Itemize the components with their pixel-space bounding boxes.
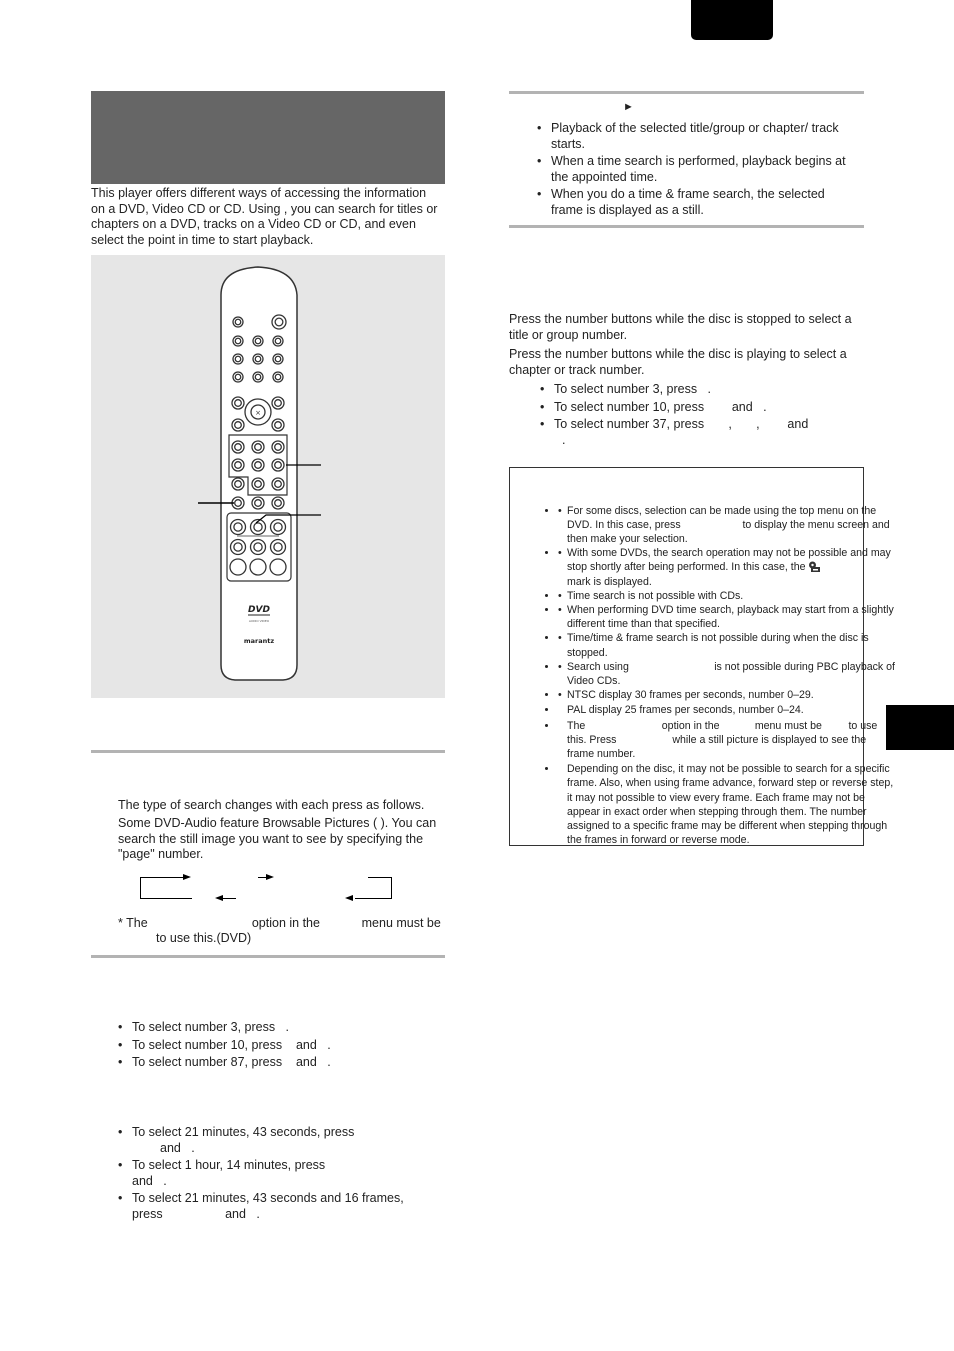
section-title-block [91,91,445,184]
transport-button-ring [233,522,243,532]
svg-text:AUDIO VIDEO: AUDIO VIDEO [249,619,270,623]
number-button-ring [274,499,282,507]
number-button-ring [254,480,262,488]
dvd-logo: DVD [248,605,270,615]
play-results-list: Playback of the selected title/group or … [537,121,859,220]
list-item: When a time search is performed, playbac… [537,154,859,185]
remote-button-ring [254,355,262,363]
transport-button[interactable] [269,558,287,576]
transport-button-ring [273,542,283,552]
note-item: Depending on the disc, it may not be pos… [558,762,896,847]
transport-button-ring [273,522,283,532]
list-item: To select number 37, press , , and. [540,417,860,448]
remote-button-ring [234,399,242,407]
note-item: When performing DVD time search, playbac… [558,603,896,631]
note-item: The option in the menu must be to use th… [558,719,896,762]
brand-logo: marantz [244,637,274,645]
section-tab-marker [886,705,954,750]
number-button-ring [234,443,242,451]
number-button-ring [274,443,282,451]
number-button-ring [234,499,242,507]
svg-text:×: × [255,409,261,417]
section-divider [91,750,445,753]
note-item: Search using is not possible during PBC … [558,660,896,688]
number-button-ring [274,461,282,469]
list-item: When you do a time & frame search, the s… [537,187,859,218]
note-item: For some discs, selection can be made us… [558,504,896,547]
search-type-text: The type of search changes with each pre… [118,798,425,812]
note-item: Time/time & frame search is not possible… [558,631,896,659]
remote-button-ring [234,318,242,326]
browsable-text: Some DVD-Audio feature Browsable Picture… [118,816,437,861]
page-tab-marker [691,0,773,40]
footnote-line-1: * The option in the menu must be [118,916,441,930]
time-examples-list: • To select 21 minutes, 43 seconds, pres… [118,1125,438,1222]
list-item: • To select 1 hour, 14 minutes, press an… [118,1158,326,1188]
notes-list: For some discs, selection can be made us… [518,504,896,848]
list-item: Playback of the selected title/group or … [537,121,859,152]
note-item: Time search is not possible with CDs. [558,589,896,603]
transport-button-ring [253,542,263,552]
remote-button-ring [274,373,282,381]
playing-text: Press the number buttons while the disc … [509,347,847,377]
list-item: To select number 3, press . [118,1020,438,1036]
list-item: To select number 10, press and . [118,1038,438,1054]
list-item: • To select 21 minutes, 43 seconds, pres… [118,1125,355,1155]
notes-box: For some discs, selection can be made us… [509,467,895,846]
section-divider [91,955,445,958]
power-button-ring [274,317,284,327]
footnote-line-2: to use this.(DVD) [156,931,252,945]
intro-paragraph: This player offers different ways of acc… [91,186,438,247]
list-item: To select number 10, press and . [540,400,860,416]
number-button-ring [254,499,262,507]
remote-button-ring [234,421,242,429]
transport-button[interactable] [229,558,247,576]
number-button-ring [234,461,242,469]
remote-button-ring [234,337,242,345]
remote-button-ring [254,373,262,381]
number-button-ring [254,461,262,469]
remote-figure: × DVD AUDIO VIDEO marantz [91,255,445,698]
number-button-ring [274,480,282,488]
number-examples-list: To select number 3, press . To select nu… [118,1020,438,1073]
stopped-text: Press the number buttons while the disc … [509,312,852,342]
right-number-examples-list: To select number 3, press . To select nu… [540,382,860,448]
remote-button-ring [274,399,282,407]
number-button-ring [254,443,262,451]
note-item: With some DVDs, the search operation may… [558,546,896,589]
list-item: To select number 87, press and . [118,1055,438,1071]
remote-button-ring [274,355,282,363]
section-divider [509,225,864,228]
remote-button-ring [274,337,282,345]
disc-prohibited-icon [808,561,821,573]
transport-button-ring [253,522,263,532]
transport-button-ring [233,542,243,552]
remote-control-illustration: × DVD AUDIO VIDEO marantz [198,266,321,681]
list-item: To select number 3, press . [540,382,860,398]
note-item: PAL display 25 frames per seconds, numbe… [558,703,896,717]
remote-button-ring [254,337,262,345]
note-item: NTSC display 30 frames per seconds, numb… [558,688,896,702]
section-divider [509,91,864,94]
remote-button-ring [234,373,242,381]
transport-button[interactable] [249,558,267,576]
play-icon: ► [623,101,634,113]
remote-button-ring [234,355,242,363]
number-button-ring [234,480,242,488]
list-item: • To select 21 minutes, 43 seconds and 1… [118,1191,404,1221]
remote-button-ring [274,421,282,429]
